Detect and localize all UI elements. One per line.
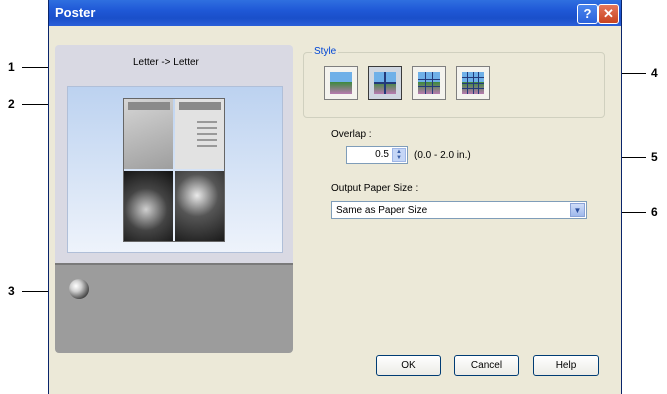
preview-tile-top-left — [124, 99, 173, 169]
ok-button[interactable]: OK — [376, 355, 441, 376]
callout-1: 1 — [8, 60, 15, 74]
preview-tile-bottom-left — [124, 171, 173, 241]
grid-line — [374, 82, 396, 84]
grid-line — [462, 77, 484, 78]
style-group: Style — [303, 46, 605, 118]
poster-1x1-icon — [330, 72, 352, 94]
grid-line — [432, 72, 433, 94]
callout-3: 3 — [8, 284, 15, 298]
poster-2x2-icon — [374, 72, 396, 94]
titlebar-help-button[interactable]: ? — [577, 4, 598, 24]
grid-line — [418, 86, 440, 87]
grid-line — [425, 72, 426, 94]
poster-preview-image — [123, 98, 225, 242]
preview-tile-header — [179, 102, 221, 110]
preview-text-line — [197, 121, 217, 123]
preview-text-line — [197, 127, 217, 129]
callout-5: 5 — [651, 150, 658, 164]
preview-tile-top-right — [175, 99, 224, 169]
overlap-label: Overlap : — [331, 129, 372, 140]
style-option-2x2[interactable] — [368, 66, 402, 100]
preview-text-line — [197, 133, 217, 135]
cancel-button[interactable]: Cancel — [454, 355, 519, 376]
preview-panel: Letter -> Letter — [55, 45, 293, 353]
overlap-range-hint: (0.0 - 2.0 in.) — [414, 150, 471, 161]
output-paper-size-label: Output Paper Size : — [331, 183, 419, 194]
callout-4: 4 — [651, 66, 658, 80]
style-option-4x4[interactable] — [456, 66, 490, 100]
preview-paper-label: Letter -> Letter — [133, 57, 199, 68]
titlebar-close-button[interactable]: ✕ — [598, 4, 619, 24]
preview-status-area — [55, 263, 293, 353]
poster-dialog: Poster ? ✕ Letter -> Letter Style Overla… — [48, 0, 622, 394]
spin-up-down-icon[interactable]: ▲ ▼ — [392, 148, 406, 162]
style-option-1x1[interactable] — [324, 66, 358, 100]
overlap-value: 0.5 — [375, 149, 389, 160]
poster-4x4-icon — [462, 72, 484, 94]
grid-line — [418, 79, 440, 80]
preview-tile-bottom-right — [175, 171, 224, 241]
overlap-spinbox[interactable]: 0.5 ▲ ▼ — [346, 146, 408, 164]
help-button[interactable]: Help — [533, 355, 599, 376]
grid-line — [462, 88, 484, 89]
title-bar: Poster ? ✕ — [49, 0, 621, 26]
preview-paper-area — [67, 86, 283, 253]
preview-tile-header — [128, 102, 170, 110]
window-title: Poster — [55, 5, 96, 20]
preview-text-line — [197, 139, 217, 141]
grid-line — [462, 83, 484, 84]
poster-3x3-icon — [418, 72, 440, 94]
output-paper-size-value: Same as Paper Size — [336, 205, 428, 216]
callout-2: 2 — [8, 97, 15, 111]
style-option-3x3[interactable] — [412, 66, 446, 100]
callout-6: 6 — [651, 205, 658, 219]
sphere-icon — [69, 279, 89, 299]
preview-text-line — [197, 145, 217, 147]
style-group-label: Style — [312, 46, 339, 57]
output-paper-size-select[interactable]: Same as Paper Size ▼ — [331, 201, 587, 219]
chevron-down-icon[interactable]: ▼ — [570, 203, 585, 217]
